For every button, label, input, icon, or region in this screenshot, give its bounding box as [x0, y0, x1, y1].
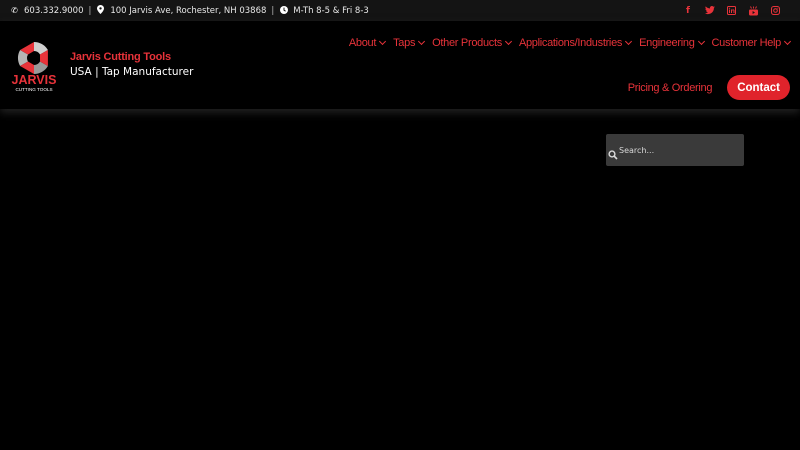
search-icon: [608, 145, 618, 160]
twitter-icon[interactable]: [699, 0, 720, 21]
facebook-icon[interactable]: f: [677, 0, 698, 21]
clock-icon: [279, 5, 288, 16]
chevron-down-icon: [379, 37, 387, 46]
nav-label: Taps: [393, 37, 416, 49]
nav-item-other-products[interactable]: Other Products: [432, 37, 512, 49]
youtube-icon[interactable]: [743, 0, 764, 21]
nav-item-engineering[interactable]: Engineering: [639, 37, 705, 49]
separator: |: [88, 5, 92, 16]
contact-button[interactable]: Contact: [727, 75, 790, 100]
site-name[interactable]: Jarvis Cutting Tools: [70, 51, 193, 63]
chevron-down-icon: [625, 37, 633, 46]
nav-item-customer-help[interactable]: Customer Help: [711, 37, 792, 49]
instagram-icon[interactable]: [765, 0, 786, 21]
nav-label: Applications/Industries: [518, 37, 623, 49]
nav-item-applications-industries[interactable]: Applications/Industries: [518, 37, 633, 49]
address[interactable]: 100 Jarvis Ave, Rochester, NH 03868: [110, 6, 266, 16]
separator: |: [271, 5, 275, 16]
phone-icon: ✆: [11, 6, 18, 15]
nav-item-about[interactable]: About: [348, 37, 387, 49]
linkedin-icon[interactable]: [721, 0, 742, 21]
social-links: f: [677, 0, 786, 21]
site-tagline: USA | Tap Manufacturer: [70, 66, 194, 78]
nav-label: Other Products: [432, 37, 502, 49]
site-header: JARVIS CUTTING TOOLS Jarvis Cutting Tool…: [0, 21, 800, 109]
search-input[interactable]: [619, 145, 739, 155]
phone-number[interactable]: 603.332.9000: [24, 6, 83, 16]
chevron-down-icon: [783, 37, 792, 46]
jarvis-logo[interactable]: JARVIS CUTTING TOOLS: [9, 41, 59, 93]
nav-label: Engineering: [639, 37, 695, 49]
business-hours: M-Th 8-5 & Fri 8-3: [293, 5, 369, 16]
top-info-bar: ✆ 603.332.9000 | 100 Jarvis Ave, Rochest…: [0, 0, 800, 21]
map-pin-icon: [96, 5, 105, 16]
nav-item-taps[interactable]: Taps: [393, 37, 426, 49]
search-box: [606, 134, 744, 166]
logo-subtext: CUTTING TOOLS: [15, 87, 52, 92]
nav-label: About: [348, 37, 377, 49]
chevron-down-icon: [418, 37, 426, 46]
pricing-ordering-link[interactable]: Pricing & Ordering: [628, 82, 713, 94]
chevron-down-icon: [504, 37, 512, 46]
logo-wordmark: JARVIS: [12, 73, 57, 87]
brand-block: Jarvis Cutting Tools USA | Tap Manufactu…: [70, 51, 193, 78]
contact-info: ✆ 603.332.9000 | 100 Jarvis Ave, Rochest…: [10, 0, 369, 21]
chevron-down-icon: [697, 37, 705, 46]
nav-label: Customer Help: [711, 37, 782, 49]
main-nav: About Taps Other Products Applications/I…: [341, 37, 792, 49]
secondary-nav: Pricing & Ordering Contact: [628, 75, 790, 100]
